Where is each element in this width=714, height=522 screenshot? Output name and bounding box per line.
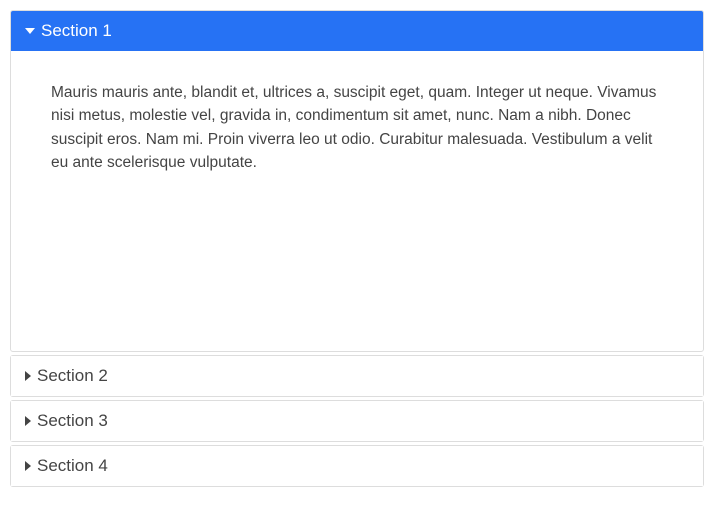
- accordion-header-1[interactable]: Section 1: [11, 11, 703, 51]
- accordion-title: Section 3: [37, 411, 108, 431]
- accordion-section-2: Section 2: [10, 355, 704, 397]
- accordion: Section 1 Mauris mauris ante, blandit et…: [10, 10, 704, 487]
- accordion-content-1: Mauris mauris ante, blandit et, ultrices…: [11, 51, 703, 351]
- accordion-title: Section 4: [37, 456, 108, 476]
- section-body-text: Mauris mauris ante, blandit et, ultrices…: [51, 81, 663, 174]
- accordion-title: Section 2: [37, 366, 108, 386]
- accordion-header-2[interactable]: Section 2: [11, 356, 703, 396]
- accordion-header-4[interactable]: Section 4: [11, 446, 703, 486]
- chevron-down-icon: [25, 28, 35, 34]
- accordion-header-3[interactable]: Section 3: [11, 401, 703, 441]
- accordion-section-3: Section 3: [10, 400, 704, 442]
- accordion-section-4: Section 4: [10, 445, 704, 487]
- accordion-title: Section 1: [41, 21, 112, 41]
- accordion-section-1: Section 1 Mauris mauris ante, blandit et…: [10, 10, 704, 352]
- chevron-right-icon: [25, 416, 31, 426]
- chevron-right-icon: [25, 371, 31, 381]
- chevron-right-icon: [25, 461, 31, 471]
